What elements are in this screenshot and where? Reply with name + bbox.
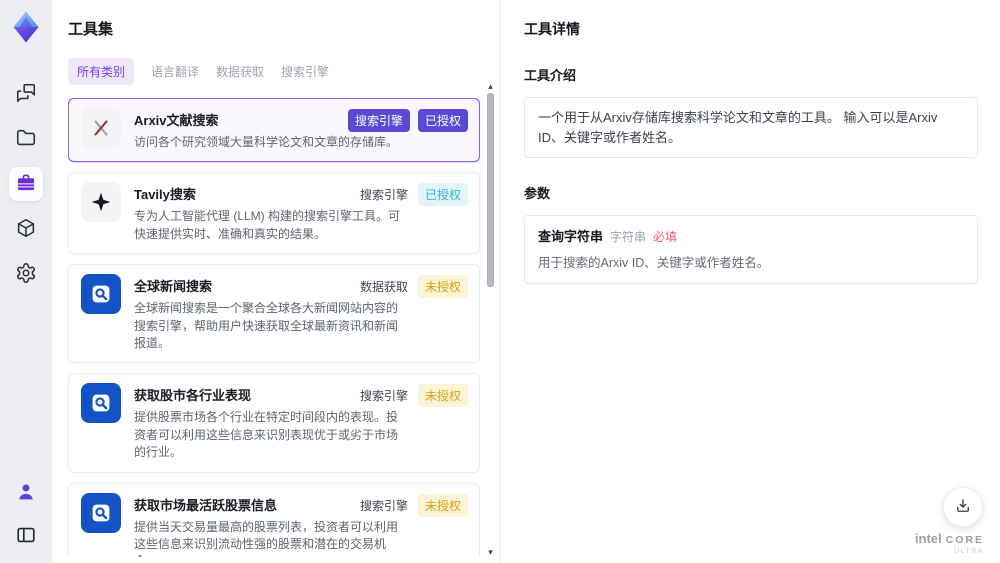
intel-wordmark: intel	[914, 530, 942, 546]
tool-status-badge: 已授权	[417, 183, 468, 207]
sidebar-item-collapse[interactable]	[9, 519, 43, 553]
tool-category-badge: 搜索引擎	[359, 498, 408, 513]
tool-card[interactable]: 获取股市各行业表现 提供股票市场各个行业在特定时间段内的表现。投资者可以利用这些…	[68, 373, 480, 473]
tab-data-fetch[interactable]: 数据获取	[216, 58, 264, 85]
tool-badges: 搜索引擎 未授权	[358, 384, 468, 408]
tab-language-translation[interactable]: 语言翻译	[151, 58, 199, 85]
sidebar-item-chat[interactable]	[9, 77, 43, 111]
tavily-icon	[81, 182, 121, 223]
sidebar-item-tools[interactable]	[9, 167, 43, 201]
panel-icon	[15, 524, 37, 549]
tool-status-badge: 已授权	[417, 109, 468, 132]
tool-card[interactable]: 获取市场最活跃股票信息 提供当天交易量最高的股票列表，投资者可以利用这些信息来识…	[68, 482, 480, 557]
tools-panel-title: 工具集	[68, 21, 114, 38]
category-tabs: 所有类别 语言翻译 数据获取 搜索引擎	[68, 58, 500, 85]
tool-card[interactable]: Tavily搜索 专为人工智能代理 (LLM) 构建的搜索引擎工具。可快速提供实…	[68, 172, 480, 255]
tool-badges: 搜索引擎 已授权	[347, 109, 468, 132]
tool-card[interactable]: 全球新闻搜索 全球新闻搜索是一个聚合全球各大新闻网站内容的搜索引擎，帮助用户快速…	[68, 264, 480, 364]
tool-description: 全球新闻搜索是一个聚合全球各大新闻网站内容的搜索引擎，帮助用户快速获取全球最新资…	[134, 301, 399, 350]
gear-icon	[15, 262, 37, 287]
folder-icon	[15, 127, 37, 152]
scroll-down-arrow[interactable]: ▾	[488, 548, 493, 557]
param-type: 字符串	[610, 230, 647, 244]
param-header: 查询字符串 字符串 必填	[538, 226, 964, 245]
intro-box: 一个用于从Arxiv存储库搜索科学论文和文章的工具。 输入可以是Arxiv ID…	[524, 97, 978, 158]
download-button[interactable]	[943, 487, 983, 527]
tool-detail-panel: 工具详情 工具介绍 一个用于从Arxiv存储库搜索科学论文和文章的工具。 输入可…	[502, 0, 1000, 563]
sidebar-item-models[interactable]	[9, 212, 43, 246]
tool-category-badge: 搜索引擎	[347, 109, 410, 132]
scrollbar[interactable]: ▴ ▾	[485, 82, 496, 557]
sidebar	[0, 0, 52, 563]
tool-description: 访问各个研究领域大量科学论文和文章的存储库。	[134, 135, 399, 149]
tool-description: 提供当天交易量最高的股票列表，投资者可以利用这些信息来识别流动性强的股票和潜在的…	[134, 519, 399, 557]
param-required-badge: 必填	[653, 230, 678, 244]
ultra-wordmark: ULTRA	[954, 548, 984, 556]
arxiv-icon	[81, 108, 121, 148]
sidebar-item-settings[interactable]	[9, 257, 43, 291]
tool-description: 专为人工智能代理 (LLM) 构建的搜索引擎工具。可快速提供实时、准确和真实的结…	[134, 209, 401, 241]
tool-description: 提供股票市场各个行业在特定时间段内的表现。投资者可以利用这些信息来识别表现优于或…	[134, 410, 399, 460]
params-heading: 参数	[524, 186, 551, 201]
search-icon	[81, 492, 121, 533]
sidebar-item-files[interactable]	[9, 122, 43, 156]
tools-panel: 工具集 所有类别 语言翻译 数据获取 搜索引擎 Arxiv文献搜索 访问各个研究领域大…	[52, 0, 501, 563]
tab-all-categories[interactable]: 所有类别	[68, 58, 135, 85]
app-logo	[8, 9, 44, 45]
sidebar-item-profile[interactable]	[9, 476, 43, 510]
scroll-up-arrow[interactable]: ▴	[488, 82, 493, 91]
tool-category-badge: 搜索引擎	[359, 389, 408, 404]
tool-badges: 搜索引擎 已授权	[358, 183, 468, 207]
intro-text: 一个用于从Arxiv存储库搜索科学论文和文章的工具。 输入可以是Arxiv ID…	[538, 110, 938, 145]
tool-badges: 数据获取 未授权	[358, 275, 468, 299]
intro-heading: 工具介绍	[524, 68, 577, 83]
param-description: 用于搜索的Arxiv ID、关键字或作者姓名。	[538, 256, 770, 270]
tool-status-badge: 未授权	[417, 384, 468, 408]
sidebar-nav	[9, 77, 43, 291]
tool-badges: 搜索引擎 未授权	[358, 493, 468, 517]
detail-panel-title: 工具详情	[524, 21, 580, 37]
tool-card[interactable]: Arxiv文献搜索 访问各个研究领域大量科学论文和文章的存储库。 搜索引擎 已授…	[68, 98, 480, 163]
intel-core-logo: intel CORE ULTRA	[915, 530, 984, 556]
cube-icon	[15, 217, 37, 242]
scrollbar-thumb[interactable]	[487, 93, 494, 287]
search-icon	[81, 383, 121, 424]
search-icon	[81, 274, 121, 315]
tool-category-badge: 数据获取	[359, 280, 408, 295]
tool-list: Arxiv文献搜索 访问各个研究领域大量科学论文和文章的存储库。 搜索引擎 已授…	[68, 98, 480, 557]
param-name: 查询字符串	[538, 229, 604, 244]
tab-search-engine[interactable]: 搜索引擎	[281, 58, 329, 85]
app-window: 工具集 所有类别 语言翻译 数据获取 搜索引擎 Arxiv文献搜索 访问各个研究领域大…	[0, 0, 1000, 563]
tool-category-badge: 搜索引擎	[359, 188, 408, 203]
tool-status-badge: 未授权	[417, 275, 468, 299]
param-box: 查询字符串 字符串 必填 用于搜索的Arxiv ID、关键字或作者姓名。	[524, 215, 978, 284]
download-icon	[954, 497, 972, 518]
core-wordmark: CORE	[945, 533, 984, 546]
chat-icon	[15, 82, 37, 107]
gem-logo-icon	[13, 11, 39, 43]
user-icon	[15, 481, 37, 506]
briefcase-icon	[15, 172, 37, 197]
sidebar-bottom	[9, 476, 43, 553]
tool-status-badge: 未授权	[417, 493, 468, 517]
